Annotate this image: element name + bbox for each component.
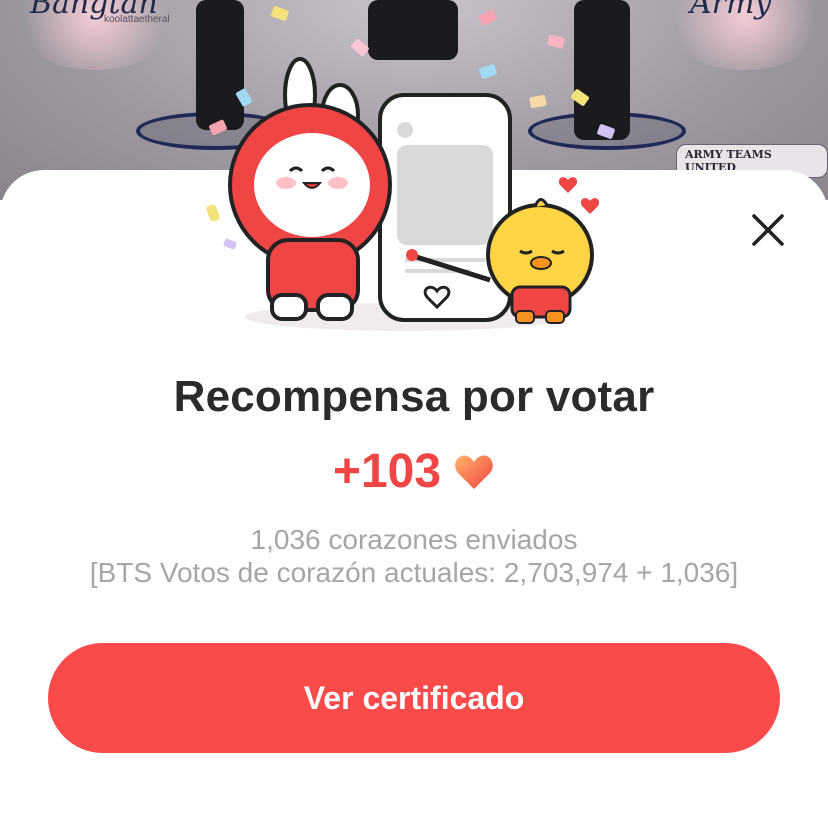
banner-caption: koolattaetheral [104,14,170,25]
dialog-title: Recompensa por votar [173,372,655,421]
banner-script-right: Army [690,0,772,21]
heart-icon [455,455,493,489]
figure-legs-center [368,0,458,60]
confetti [270,5,290,22]
reward-row: +103 [0,444,828,499]
reward-illustration [206,57,600,331]
hearts-sent-text: 1,036 corazones enviados [250,524,578,555]
confetti [478,8,498,27]
close-icon [752,214,784,246]
close-button[interactable] [744,206,792,254]
confetti [546,34,566,49]
reward-amount: +103 [332,445,442,498]
vote-summary-text: [BTS Votos de corazón actuales: 2,703,97… [89,557,739,588]
view-certificate-label: Ver certificado [303,679,525,716]
view-certificate-button[interactable]: Ver certificado [48,643,780,753]
